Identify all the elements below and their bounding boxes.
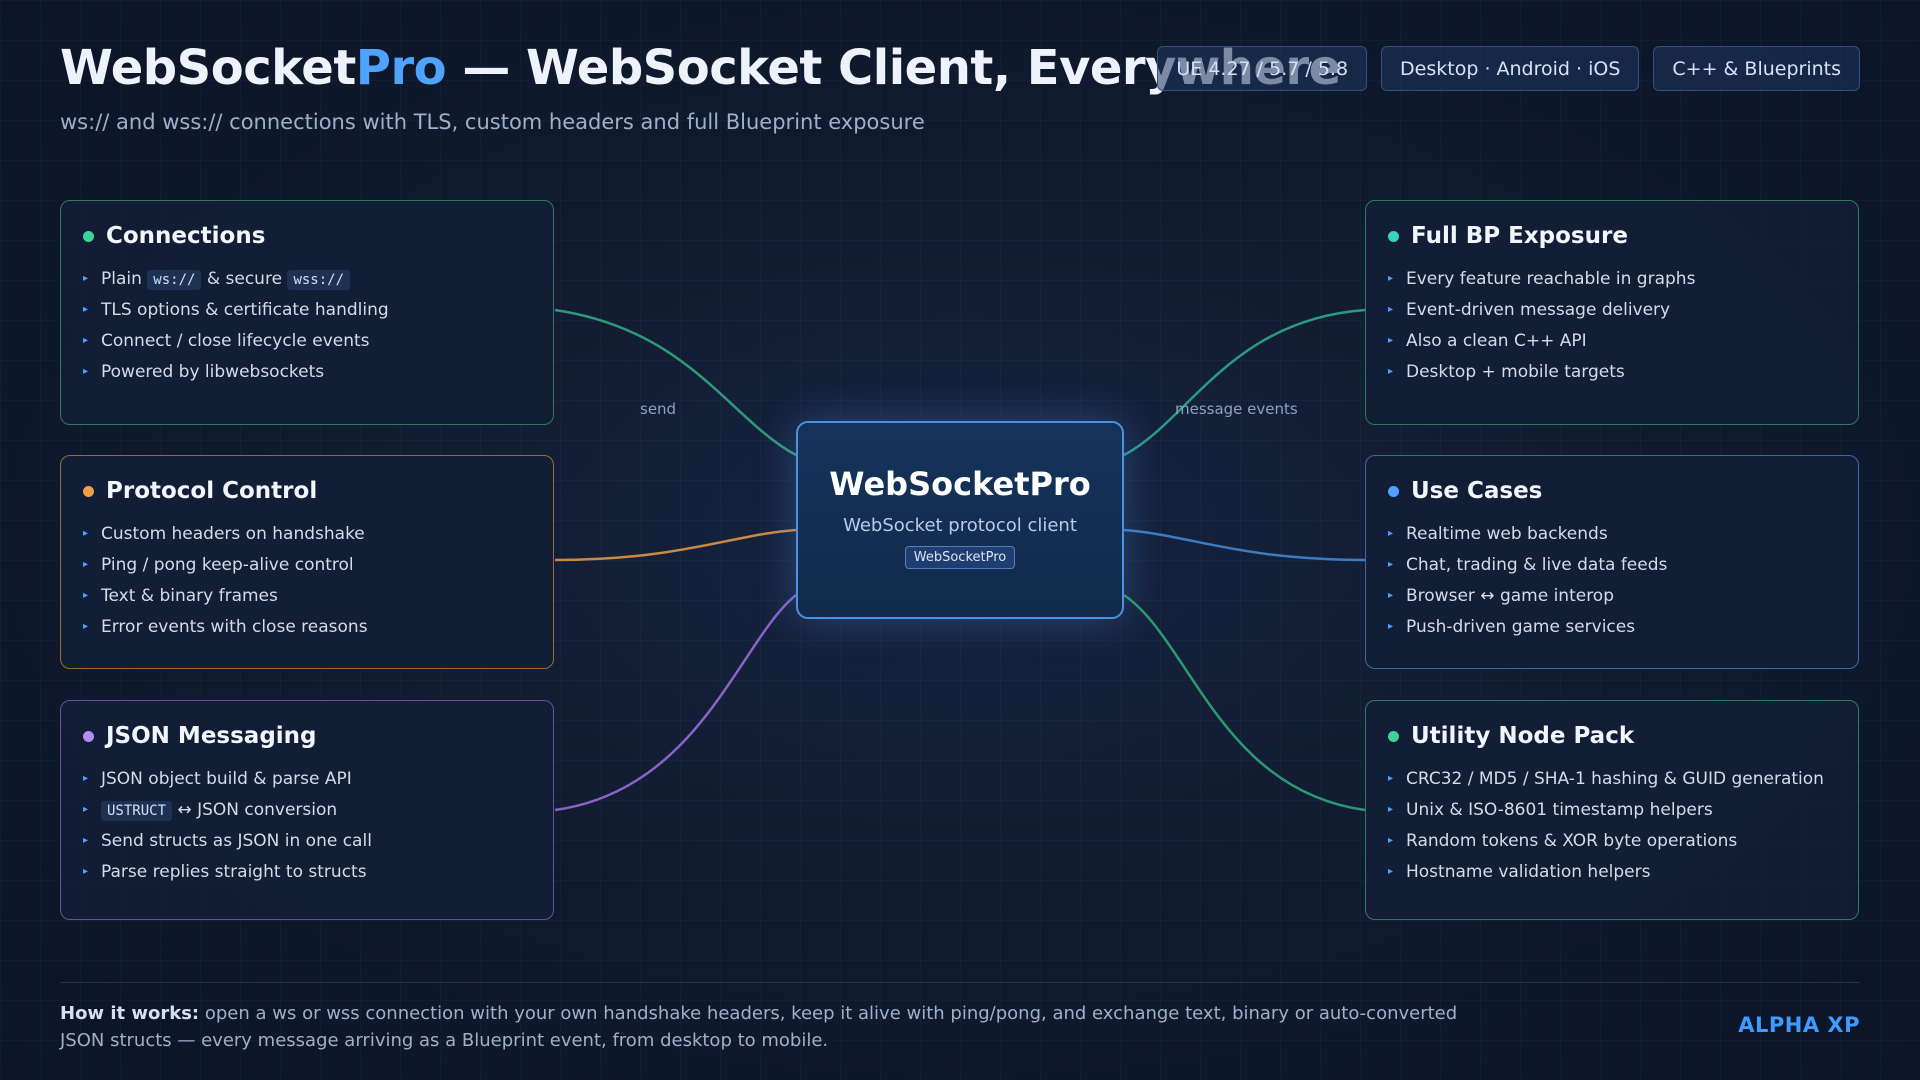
list-item: ▸ Send structs as JSON in one call bbox=[83, 830, 372, 851]
status-dot-icon bbox=[1388, 730, 1399, 742]
bullet-icon: ▸ bbox=[83, 621, 89, 632]
footer-description: How it works: open a ws or wss connectio… bbox=[60, 1003, 1458, 1051]
code-ws: ws:// bbox=[147, 269, 202, 290]
list-item: ▸ Hostname validation helpers bbox=[1388, 861, 1651, 882]
card-protocol-control: Protocol Control ▸ Custom headers on hand… bbox=[60, 455, 554, 669]
status-dot-icon bbox=[1388, 230, 1399, 242]
bullet-icon: ▸ bbox=[1388, 835, 1394, 846]
bullet-icon: ▸ bbox=[1388, 273, 1394, 284]
link-connections bbox=[554, 308, 797, 457]
list-item: ▸ Event-driven message delivery bbox=[1388, 299, 1671, 320]
center-node: WebSocketPro WebSocket protocol client W… bbox=[796, 421, 1124, 619]
bullet-icon: ▸ bbox=[83, 866, 89, 877]
bullet-icon: ▸ bbox=[83, 335, 89, 346]
bullet-icon: ▸ bbox=[83, 590, 89, 601]
card-title: JSON Messaging bbox=[106, 723, 317, 749]
center-node-title: WebSocketPro bbox=[829, 465, 1091, 503]
list-item: ▸ Connect / close lifecycle events bbox=[83, 330, 370, 351]
code-ustruct: USTRUCT bbox=[101, 800, 173, 821]
bullet-icon: ▸ bbox=[83, 835, 89, 846]
bullet-icon: ▸ bbox=[1388, 590, 1394, 601]
list-item: ▸ Parse replies straight to structs bbox=[83, 861, 367, 882]
status-dot-icon bbox=[83, 230, 94, 242]
list-item: ▸ Chat, trading & live data feeds bbox=[1388, 554, 1668, 575]
list-item: ▸ Realtime web backends bbox=[1388, 523, 1608, 544]
list-item: ▸ Random tokens & XOR byte operations bbox=[1388, 830, 1738, 851]
card-title: Utility Node Pack bbox=[1411, 723, 1635, 749]
brand-logo: ALPHA XP bbox=[1738, 1013, 1860, 1037]
list-item: ▸ Custom headers on handshake bbox=[83, 523, 365, 544]
bullet-icon: ▸ bbox=[83, 304, 89, 315]
list-item: ▸ Powered by libwebsockets bbox=[83, 361, 325, 382]
code-wss: wss:// bbox=[287, 269, 351, 290]
bullet-icon: ▸ bbox=[83, 773, 89, 784]
list-item: ▸ Desktop + mobile targets bbox=[1388, 361, 1625, 382]
bullet-icon: ▸ bbox=[83, 559, 89, 570]
list-item: ▸ Push-driven game services bbox=[1388, 616, 1636, 637]
card-title: Use Cases bbox=[1411, 478, 1543, 504]
list-item: ▸ Browser ↔ game interop bbox=[1388, 585, 1615, 606]
card-title: Connections bbox=[106, 223, 266, 249]
bullet-icon: ▸ bbox=[83, 804, 89, 815]
bullet-icon: ▸ bbox=[1388, 528, 1394, 539]
card-title: Full BP Exposure bbox=[1411, 223, 1628, 249]
link-json bbox=[554, 594, 797, 812]
list-item: ▸ Ping / pong keep-alive control bbox=[83, 554, 354, 575]
list-item: ▸ Unix & ISO-8601 timestamp helpers bbox=[1388, 799, 1713, 820]
card-utility-node-pack: Utility Node Pack ▸ CRC32 / MD5 / SHA-1 h… bbox=[1365, 700, 1859, 920]
bullet-icon: ▸ bbox=[83, 528, 89, 539]
card-title: Protocol Control bbox=[106, 478, 318, 504]
link-protocol bbox=[554, 528, 797, 562]
list-item: ▸ CRC32 / MD5 / SHA-1 hashing & GUID gene… bbox=[1388, 768, 1824, 789]
list-item: ▸ Also a clean C++ API bbox=[1388, 330, 1587, 351]
center-node-subtitle: WebSocket protocol client bbox=[843, 515, 1077, 536]
edge-label-message-events: message events bbox=[1175, 400, 1298, 418]
bullet-icon: ▸ bbox=[1388, 773, 1394, 784]
list-item: ▸ JSON object build & parse API bbox=[83, 768, 352, 789]
list-item: ▸ TLS options & certificate handling bbox=[83, 299, 389, 320]
edge-label-send: send bbox=[640, 400, 677, 418]
status-dot-icon bbox=[83, 730, 94, 742]
list-item: ▸ Every feature reachable in graphs bbox=[1388, 268, 1696, 289]
card-full-bp-exposure: Full BP Exposure ▸ Every feature reachabl… bbox=[1365, 200, 1859, 425]
link-usecases bbox=[1123, 528, 1366, 562]
bullet-icon: ▸ bbox=[1388, 866, 1394, 877]
bullet-icon: ▸ bbox=[1388, 304, 1394, 315]
card-use-cases: Use Cases ▸ Realtime web backends ▸ Chat, … bbox=[1365, 455, 1859, 669]
bullet-icon: ▸ bbox=[1388, 366, 1394, 377]
list-item: ▸ Plain ws:// & secure wss:// bbox=[83, 263, 529, 294]
bullet-icon: ▸ bbox=[1388, 804, 1394, 815]
link-utility bbox=[1123, 593, 1366, 812]
footer-divider bbox=[60, 982, 1860, 983]
list-item: ▸ USTRUCT ↔ JSON conversion bbox=[83, 799, 338, 821]
status-dot-icon bbox=[1388, 485, 1399, 497]
status-dot-icon bbox=[83, 485, 94, 497]
bullet-icon: ▸ bbox=[1388, 559, 1394, 570]
link-bp bbox=[1123, 308, 1366, 457]
card-connections: Connections ▸ Plain ws:// & secure wss://… bbox=[60, 200, 554, 425]
bullet-icon: ▸ bbox=[1388, 621, 1394, 632]
list-item: ▸ Text & binary frames bbox=[83, 585, 278, 606]
list-item: ▸ Error events with close reasons bbox=[83, 616, 368, 637]
bullet-icon: ▸ bbox=[83, 273, 89, 284]
center-node-tag: WebSocketPro bbox=[904, 546, 1016, 569]
card-json-messaging: JSON Messaging ▸ JSON object build & pars… bbox=[60, 700, 554, 920]
bullet-icon: ▸ bbox=[1388, 335, 1394, 346]
bullet-icon: ▸ bbox=[83, 366, 89, 377]
